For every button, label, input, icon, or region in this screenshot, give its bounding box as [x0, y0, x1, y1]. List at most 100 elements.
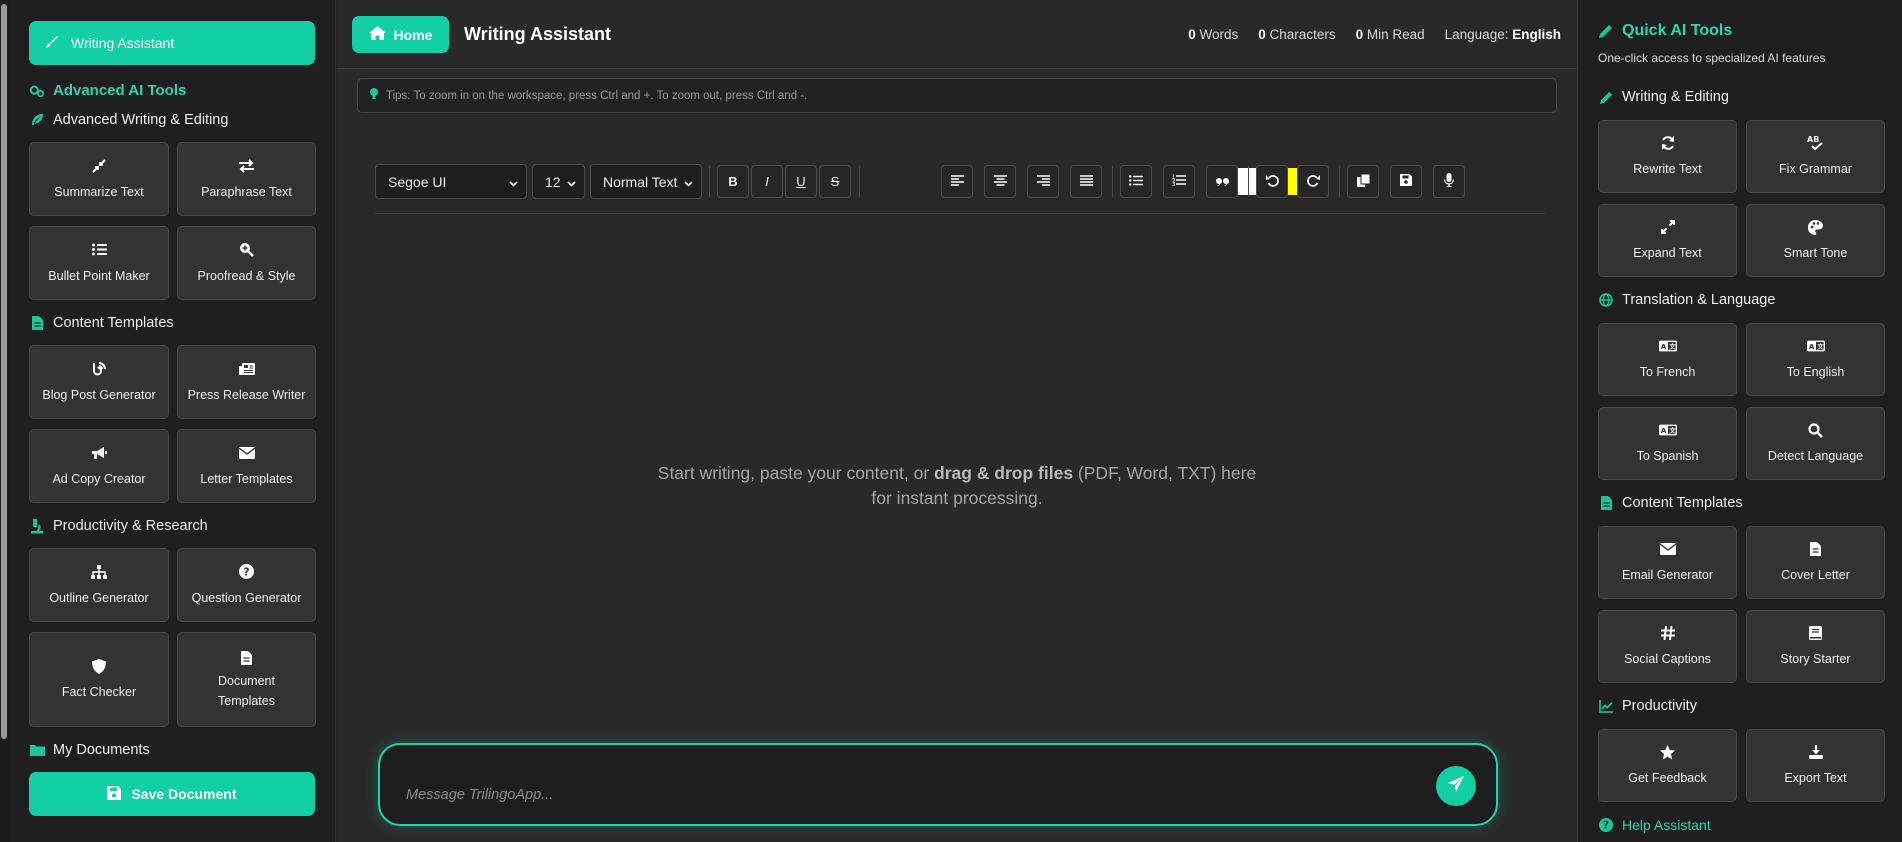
page-title: Writing Assistant — [464, 24, 612, 44]
justify-button[interactable] — [1070, 165, 1102, 198]
outline-generator-card[interactable]: Outline Generator — [29, 548, 169, 622]
copy-button[interactable] — [1347, 165, 1379, 198]
align-right-icon — [1036, 174, 1050, 189]
text-style-select[interactable]: Normal Text — [590, 164, 702, 199]
to-french-card[interactable]: A文 To French — [1598, 323, 1737, 396]
home-button[interactable]: Home — [352, 16, 449, 53]
svg-text:?: ? — [1603, 820, 1609, 832]
top-bar: Home Writing Assistant 0 Words 0 Charact… — [337, 0, 1577, 69]
get-feedback-label: Get Feedback — [1628, 771, 1707, 785]
main-workspace: Home Writing Assistant 0 Words 0 Charact… — [337, 0, 1577, 842]
content-templates-heading: Content Templates — [29, 315, 174, 331]
press-release-writer-card[interactable]: Press Release Writer — [177, 345, 316, 419]
sitemap-icon — [90, 563, 108, 581]
question-generator-card[interactable]: ? Question Generator — [177, 548, 316, 622]
cover-letter-card[interactable]: Cover Letter — [1746, 526, 1885, 599]
translation-language-title: Translation & Language — [1622, 292, 1776, 308]
advanced-ai-tools-heading: Advanced AI Tools — [29, 82, 186, 99]
get-feedback-card[interactable]: Get Feedback — [1598, 729, 1737, 802]
save-file-button[interactable] — [1390, 165, 1422, 198]
smart-tone-card[interactable]: Smart Tone — [1746, 204, 1885, 277]
redo-icon — [1306, 174, 1320, 190]
productivity-heading: Productivity — [1598, 698, 1697, 714]
star-icon — [1659, 743, 1677, 761]
writing-editing-title: Writing & Editing — [1622, 89, 1729, 105]
detect-language-card[interactable]: Detect Language — [1746, 407, 1885, 480]
align-right-button[interactable] — [1027, 165, 1059, 198]
social-captions-card[interactable]: Social Captions — [1598, 610, 1737, 683]
left-scrollbar[interactable] — [0, 0, 9, 842]
formatting-toolbar: Segoe UI 12 Normal Text B I U S 1 2 3 — [375, 164, 1545, 214]
blog-post-generator-card[interactable]: Blog Post Generator — [29, 345, 169, 419]
read-time: 0 Min Read — [1355, 27, 1425, 42]
toolbar-divider — [1112, 166, 1113, 197]
paper-plane-icon — [1448, 775, 1464, 797]
bullet-list-button[interactable] — [1120, 165, 1152, 198]
help-assistant-link[interactable]: ? Help Assistant — [1598, 817, 1711, 833]
save-document-button[interactable]: Save Document — [29, 772, 315, 816]
blog-icon — [90, 360, 108, 378]
palette-icon — [1807, 218, 1825, 236]
detect-language-label: Detect Language — [1767, 449, 1864, 463]
letter-templates-card[interactable]: Letter Templates — [177, 429, 316, 503]
document-templates-card[interactable]: Document Templates — [177, 632, 316, 727]
editor-placeholder[interactable]: Start writing, paste your content, or dr… — [337, 461, 1577, 510]
quick-ai-tools-subtitle: One-click access to specialized AI featu… — [1598, 51, 1826, 65]
ad-copy-creator-label: Ad Copy Creator — [52, 471, 146, 486]
rewrite-text-card[interactable]: Rewrite Text — [1598, 120, 1737, 193]
paraphrase-text-card[interactable]: Paraphrase Text — [177, 142, 316, 216]
spell-check-icon: AB — [1807, 134, 1825, 152]
story-starter-card[interactable]: Story Starter — [1746, 610, 1885, 683]
toolbar-divider — [1339, 166, 1340, 197]
writing-assistant-button[interactable]: Writing Assistant — [29, 21, 315, 65]
to-english-card[interactable]: A文 To English — [1746, 323, 1885, 396]
home-label: Home — [393, 26, 433, 43]
italic-button[interactable]: I — [751, 165, 783, 198]
file-alt-icon — [1807, 540, 1825, 558]
download-icon — [1807, 743, 1825, 761]
bold-button[interactable]: B — [717, 165, 749, 198]
blockquote-button[interactable] — [1206, 165, 1238, 198]
svg-text:AB: AB — [1807, 135, 1819, 144]
bullet-point-maker-card[interactable]: Bullet Point Maker — [29, 226, 169, 300]
my-documents-heading[interactable]: My Documents — [29, 742, 150, 758]
summarize-text-card[interactable]: Summarize Text — [29, 142, 169, 216]
voice-input-button[interactable] — [1433, 165, 1465, 198]
align-center-button[interactable] — [984, 165, 1016, 198]
underline-button[interactable]: U — [785, 165, 817, 198]
font-family-select[interactable]: Segoe UI — [375, 164, 527, 199]
font-size-select[interactable]: 12 — [532, 164, 585, 199]
numbered-list-button[interactable]: 123 — [1163, 165, 1195, 198]
copy-icon — [1356, 173, 1370, 190]
exchange-icon — [238, 157, 256, 175]
proofread-style-card[interactable]: Proofread & Style — [177, 226, 316, 300]
svg-text:?: ? — [243, 566, 249, 579]
document-stats: 0 Words 0 Characters 0 Min Read Language… — [1188, 27, 1561, 42]
to-spanish-card[interactable]: A文 To Spanish — [1598, 407, 1737, 480]
svg-text:文: 文 — [1669, 426, 1676, 435]
chevron-down-icon — [567, 174, 576, 190]
fact-checker-card[interactable]: Fact Checker — [29, 632, 169, 727]
scrollbar-thumb[interactable] — [1, 4, 7, 739]
email-generator-card[interactable]: Email Generator — [1598, 526, 1737, 599]
toolbar-divider — [1248, 166, 1249, 197]
language-icon: A文 — [1658, 337, 1677, 355]
align-left-button[interactable] — [941, 165, 973, 198]
placeholder-line-1: Start writing, paste your content, or dr… — [657, 463, 1257, 483]
quick-ai-tools-heading: Quick AI Tools — [1598, 22, 1732, 40]
list-ol-icon: 123 — [1172, 174, 1186, 189]
home-icon — [368, 26, 386, 43]
redo-button[interactable] — [1297, 165, 1329, 198]
message-input[interactable]: Message TrilingoApp... — [378, 743, 1498, 826]
question-generator-label: Question Generator — [191, 590, 302, 605]
writing-editing-heading: Writing & Editing — [1598, 89, 1729, 105]
strikethrough-button[interactable]: S — [819, 165, 851, 198]
export-text-card[interactable]: Export Text — [1746, 729, 1885, 802]
ad-copy-creator-card[interactable]: Ad Copy Creator — [29, 429, 169, 503]
fix-grammar-card[interactable]: AB Fix Grammar — [1746, 120, 1885, 193]
send-button[interactable] — [1436, 766, 1476, 806]
expand-text-card[interactable]: Expand Text — [1598, 204, 1737, 277]
help-assistant-label: Help Assistant — [1622, 817, 1711, 833]
productivity-title: Productivity — [1622, 698, 1697, 714]
undo-button[interactable] — [1256, 165, 1288, 198]
